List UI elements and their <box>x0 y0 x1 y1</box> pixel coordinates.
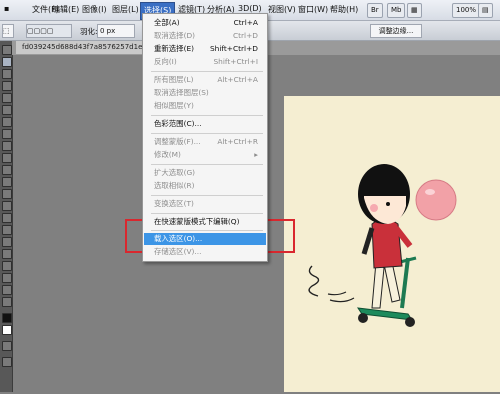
menu-separator <box>151 71 263 72</box>
ps-logo-icon: ▪ <box>4 4 10 13</box>
menu-item-save-selection[interactable]: 存储选区(V)... <box>144 246 266 258</box>
blur-tool-icon[interactable] <box>2 189 12 199</box>
zoom-level[interactable]: 100% <box>452 3 481 18</box>
brush-tool-icon[interactable] <box>2 129 12 139</box>
menu-item-inverse[interactable]: 反向(I) Shift+Ctrl+I <box>144 56 266 68</box>
quick-select-tool-icon[interactable] <box>2 81 12 91</box>
path-select-tool-icon[interactable] <box>2 237 12 247</box>
type-tool-icon[interactable] <box>2 225 12 235</box>
eraser-tool-icon[interactable] <box>2 165 12 175</box>
menu-separator <box>151 195 263 196</box>
menu-item-load-selection[interactable]: 载入选区(O)... <box>144 233 266 245</box>
document-tab[interactable]: fd039245d688d43f7a8576257d1ed21 <box>16 41 162 54</box>
menu-item-refine-mask[interactable]: 调整蒙版(F)... Alt+Ctrl+R <box>144 136 266 148</box>
menu-item-grow[interactable]: 扩大选取(G) <box>144 167 266 179</box>
menu-item-similar-layers[interactable]: 相似图层(Y) <box>144 100 266 112</box>
select-menu-dropdown: 全部(A) Ctrl+A 取消选择(D) Ctrl+D 重新选择(E) Shift+C… <box>142 13 268 262</box>
menu-item-reselect[interactable]: 重新选择(E) Shift+Ctrl+D <box>144 43 266 55</box>
menu-view[interactable]: 视图(V) <box>268 4 296 15</box>
view-extras-icon[interactable]: ▦ <box>407 3 422 18</box>
healing-brush-tool-icon[interactable] <box>2 117 12 127</box>
menu-item-transform-selection[interactable]: 变换选区(T) <box>144 198 266 210</box>
move-tool-icon[interactable] <box>2 45 12 55</box>
dodge-tool-icon[interactable] <box>2 201 12 211</box>
zoom-tool-icon[interactable] <box>2 297 12 307</box>
foreground-color-swatch[interactable] <box>2 313 12 323</box>
marquee-tool-icon[interactable] <box>2 57 12 67</box>
history-brush-tool-icon[interactable] <box>2 153 12 163</box>
menu-image[interactable]: 图像(I) <box>82 4 107 15</box>
submenu-arrow-icon: ▸ <box>254 150 258 159</box>
menu-item-all-layers[interactable]: 所有图层(L) Alt+Ctrl+A <box>144 74 266 86</box>
menu-separator <box>151 115 263 116</box>
menu-window[interactable]: 窗口(W) <box>298 4 328 15</box>
menu-item-select-all[interactable]: 全部(A) Ctrl+A <box>144 17 266 29</box>
menu-item-color-range[interactable]: 色彩范围(C)... <box>144 118 266 130</box>
menu-3d[interactable]: 3D(D) <box>238 4 262 13</box>
feather-input[interactable]: 0 px <box>97 24 135 38</box>
selection-mode-icons[interactable]: ▢▢▢▢ <box>26 24 72 38</box>
tool-preset-icon[interactable]: ⬚ <box>2 24 14 38</box>
3d-rotate-tool-icon[interactable] <box>2 261 12 271</box>
menu-item-deselect[interactable]: 取消选择(D) Ctrl+D <box>144 30 266 42</box>
shape-tool-icon[interactable] <box>2 249 12 259</box>
menu-separator <box>151 133 263 134</box>
bridge-button[interactable]: Br <box>367 3 383 18</box>
arrange-documents-icon[interactable]: ▤ <box>478 3 493 18</box>
menu-separator <box>151 230 263 231</box>
menu-item-deselect-layers[interactable]: 取消选择图层(S) <box>144 87 266 99</box>
menu-item-modify[interactable]: 修改(M) ▸ <box>144 149 266 161</box>
toolbox <box>0 41 13 392</box>
hand-tool-icon[interactable] <box>2 285 12 295</box>
refine-edge-button[interactable]: 调整边缘... <box>370 24 422 38</box>
minibridge-button[interactable]: Mb <box>387 3 406 18</box>
screen-mode-icon[interactable] <box>2 357 12 367</box>
background-color-swatch[interactable] <box>2 325 12 335</box>
feather-label: 羽化: <box>80 27 98 36</box>
menu-item-similar[interactable]: 选取相似(R) <box>144 180 266 192</box>
cartoon-girl-illustration <box>308 164 457 327</box>
menu-edit[interactable]: 编辑(E) <box>52 4 79 15</box>
menu-separator <box>151 213 263 214</box>
pen-tool-icon[interactable] <box>2 213 12 223</box>
menu-separator <box>151 164 263 165</box>
menu-help[interactable]: 帮助(H) <box>330 4 358 15</box>
eyedropper-tool-icon[interactable] <box>2 105 12 115</box>
menu-layer[interactable]: 图层(L) <box>112 4 139 15</box>
lasso-tool-icon[interactable] <box>2 69 12 79</box>
gradient-tool-icon[interactable] <box>2 177 12 187</box>
clone-stamp-tool-icon[interactable] <box>2 141 12 151</box>
quick-mask-icon[interactable] <box>2 341 12 351</box>
3d-camera-tool-icon[interactable] <box>2 273 12 283</box>
image-canvas[interactable] <box>284 96 500 392</box>
menu-item-quick-mask[interactable]: 在快速蒙版模式下编辑(Q) <box>144 216 266 228</box>
crop-tool-icon[interactable] <box>2 93 12 103</box>
